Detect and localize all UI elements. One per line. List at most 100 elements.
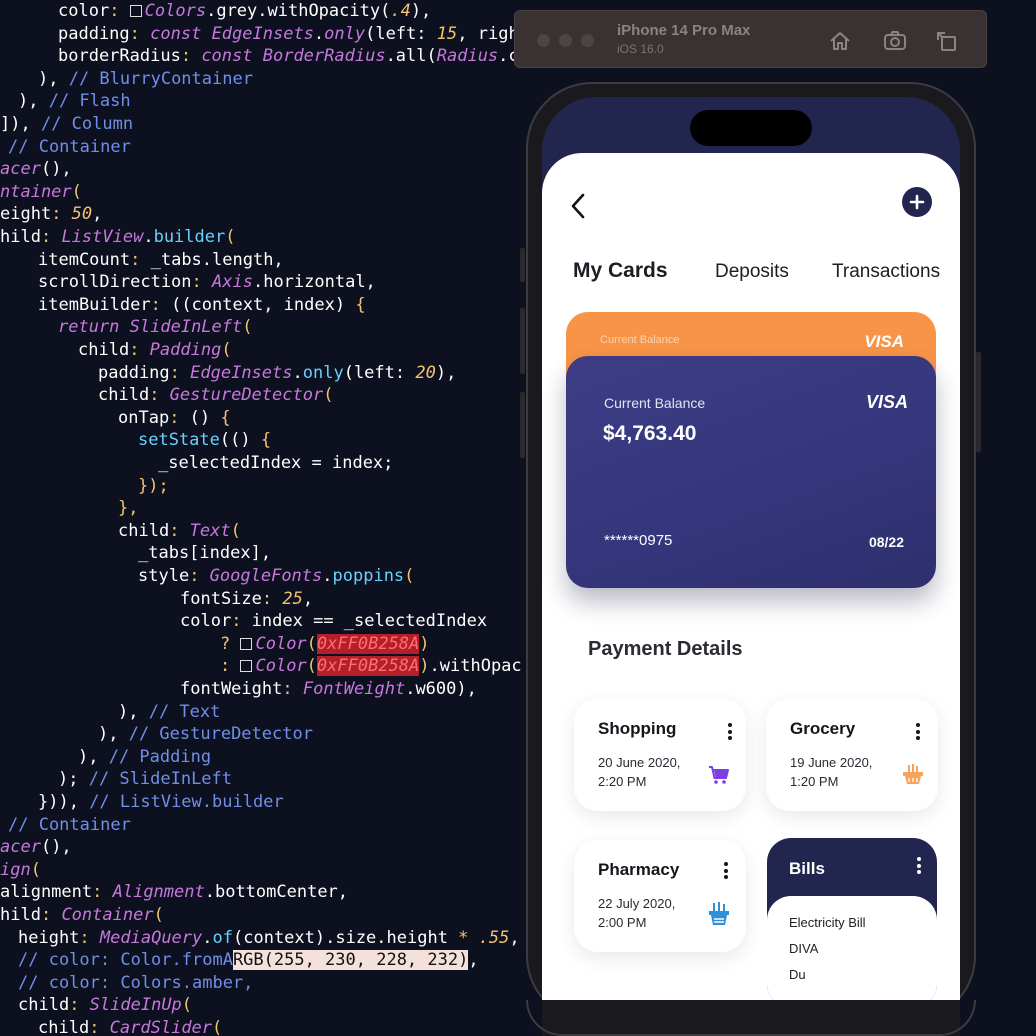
rotate-icon[interactable] bbox=[934, 28, 960, 54]
code-token: SlideInUp bbox=[89, 995, 182, 1016]
bill-item[interactable]: Electricity Bill bbox=[789, 915, 866, 930]
code-token: only bbox=[302, 362, 344, 383]
code-token: ), bbox=[118, 701, 149, 722]
code-line: }); bbox=[138, 475, 169, 498]
code-token: eight bbox=[0, 204, 52, 225]
payment-date: 22 July 2020, 2:00 PM bbox=[598, 896, 676, 930]
bills-card[interactable]: Bills Electricity Bill DIVA Du bbox=[767, 838, 937, 1008]
code-token: ]), bbox=[0, 114, 41, 134]
code-line: // color: Colors.amber, bbox=[18, 972, 253, 995]
code-token: ( bbox=[153, 905, 164, 925]
code-token: : bbox=[169, 407, 190, 428]
code-token: : bbox=[231, 611, 252, 632]
code-token: , righ bbox=[457, 23, 519, 44]
payment-card-shopping[interactable]: Shopping 20 June 2020, 2:20 PM bbox=[574, 699, 746, 811]
home-icon[interactable] bbox=[827, 28, 853, 54]
card-number: ******0975 bbox=[604, 532, 673, 549]
payment-card-pharmacy[interactable]: Pharmacy 22 July 2020, 2:00 PM bbox=[574, 840, 746, 952]
code-token: ign bbox=[0, 859, 31, 880]
payment-date: 20 June 2020, 2:20 PM bbox=[598, 755, 681, 789]
phone-action-button bbox=[520, 248, 525, 282]
code-token: 15 bbox=[436, 23, 458, 44]
code-token: ), bbox=[435, 362, 457, 383]
code-token: 50 bbox=[71, 204, 93, 225]
code-token: style bbox=[138, 566, 190, 586]
chevron-left-icon[interactable] bbox=[568, 192, 592, 220]
code-token: ( bbox=[225, 227, 236, 247]
code-token: , bbox=[302, 588, 314, 609]
bill-item[interactable]: Du bbox=[789, 967, 806, 982]
code-token: .55 bbox=[478, 927, 510, 948]
code-token: child bbox=[98, 385, 150, 406]
zoom-window-button[interactable] bbox=[581, 34, 594, 47]
simulator-os-version: iOS 16.0 bbox=[617, 42, 664, 56]
medicine-icon bbox=[709, 902, 729, 925]
code-token: ( bbox=[181, 995, 193, 1016]
tab-deposits[interactable]: Deposits bbox=[715, 261, 789, 283]
code-token: : bbox=[169, 520, 190, 541]
code-token: . bbox=[202, 927, 213, 948]
code-token: : bbox=[130, 249, 151, 270]
code-token: 25 bbox=[282, 588, 303, 609]
close-window-button[interactable] bbox=[537, 34, 550, 47]
code-line: child: SlideInUp( bbox=[18, 994, 192, 1017]
front-card[interactable]: Current Balance $4,763.40 VISA ******097… bbox=[566, 356, 936, 588]
bill-item[interactable]: DIVA bbox=[789, 941, 818, 956]
minimize-window-button[interactable] bbox=[559, 34, 572, 47]
code-token: padding bbox=[58, 23, 130, 44]
code-line: hild: Container( bbox=[0, 904, 164, 927]
more-options-icon[interactable] bbox=[917, 857, 921, 874]
code-token: _tabs[index], bbox=[138, 543, 272, 564]
tab-my-cards[interactable]: My Cards bbox=[573, 259, 668, 283]
code-line: }, bbox=[118, 497, 138, 520]
phone-volume-down-button bbox=[520, 392, 525, 458]
payment-card-grocery[interactable]: Grocery 19 June 2020, 1:20 PM bbox=[766, 699, 938, 811]
code-line: ), // GestureDetector bbox=[98, 723, 313, 746]
code-line: scrollDirection: Axis.horizontal, bbox=[38, 271, 376, 294]
color-swatch-icon bbox=[240, 637, 253, 650]
code-token: alignment bbox=[0, 882, 93, 903]
code-token: hild bbox=[0, 227, 41, 247]
more-options-icon[interactable] bbox=[916, 723, 920, 743]
code-token: ), bbox=[98, 724, 129, 745]
screenshot-icon[interactable] bbox=[882, 28, 908, 54]
plus-icon[interactable] bbox=[902, 187, 932, 217]
code-token: ( bbox=[404, 566, 415, 586]
code-token: ( bbox=[230, 520, 241, 541]
code-token: : bbox=[169, 362, 191, 383]
code-token: : bbox=[89, 1018, 110, 1036]
code-token: padding bbox=[98, 362, 170, 383]
code-token: 0xFF0B258A bbox=[316, 633, 420, 654]
code-line: padding: EdgeInsets.only(left: 20), bbox=[98, 362, 456, 385]
code-token: // Container bbox=[8, 814, 131, 835]
code-token: Container bbox=[61, 905, 154, 925]
code-token: ); bbox=[58, 769, 89, 790]
code-token: color bbox=[180, 611, 232, 632]
code-token: index == _selectedIndex bbox=[251, 611, 488, 632]
code-token: borderRadius bbox=[58, 46, 181, 67]
code-line: ), // BlurryContainer bbox=[38, 68, 253, 91]
more-options-icon[interactable] bbox=[728, 723, 732, 743]
code-token: { bbox=[260, 430, 272, 451]
code-line: child: GestureDetector( bbox=[98, 384, 333, 407]
code-token: ( bbox=[242, 317, 253, 338]
code-token: EdgeInsets bbox=[211, 23, 314, 44]
code-token: ( bbox=[323, 385, 334, 406]
code-token: { bbox=[220, 407, 231, 428]
code-token: Text bbox=[189, 520, 231, 541]
more-options-icon[interactable] bbox=[724, 862, 728, 882]
code-token: // ListView.builder bbox=[89, 792, 284, 812]
code-line: ), // Flash bbox=[18, 90, 131, 113]
code-token: : bbox=[69, 995, 90, 1016]
code-line: acer(), bbox=[0, 836, 72, 859]
card-balance-label: Current Balance bbox=[604, 395, 706, 411]
code-line: hild: ListView.builder( bbox=[0, 226, 235, 249]
code-token: Padding bbox=[149, 340, 222, 360]
code-token: SlideInLeft bbox=[129, 317, 243, 338]
code-token: ((context, index) bbox=[171, 294, 356, 315]
code-token: { bbox=[355, 294, 366, 315]
tab-transactions[interactable]: Transactions bbox=[832, 261, 940, 283]
code-token: // color: Color.fromA bbox=[18, 950, 233, 971]
code-token: : bbox=[282, 679, 303, 699]
code-token: ntainer bbox=[0, 181, 72, 202]
